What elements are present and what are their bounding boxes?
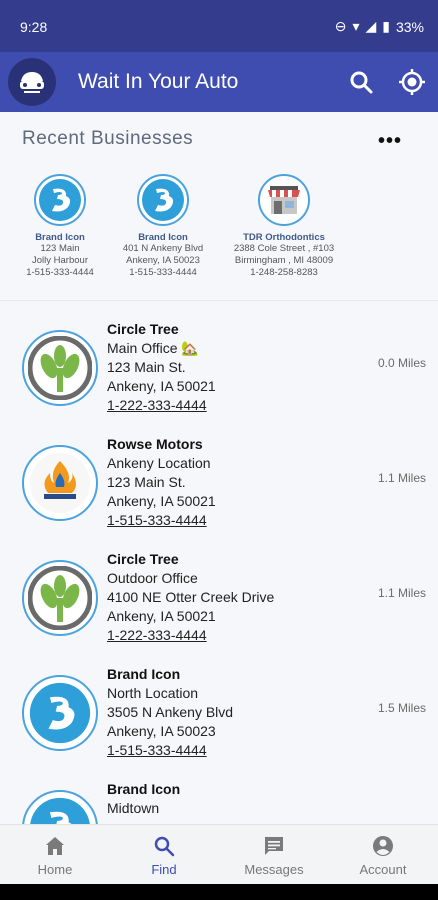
my-location-icon[interactable] (397, 67, 427, 97)
business-address: 123 Main St. (107, 474, 186, 490)
business-city: Ankeny, IA 50021 (107, 608, 216, 624)
recent-business-name: Brand Icon (35, 232, 85, 243)
status-bar: 9:28 ⊖ ▾ ◢ ▮ 33% (0, 0, 438, 52)
recent-business-city: Birmingham , MI 48009 (234, 255, 334, 266)
business-location: Outdoor Office (107, 570, 198, 586)
business-name: Rowse Motors (107, 436, 203, 452)
nav-home[interactable]: Home (5, 825, 105, 885)
brand-icon-logo (22, 675, 98, 751)
wifi-icon: ▾ (352, 18, 360, 34)
business-location: Ankeny Location (107, 455, 211, 471)
nav-messages[interactable]: Messages (224, 825, 324, 885)
nav-find-label: Find (151, 862, 177, 877)
storefront-icon (258, 174, 310, 226)
business-distance: 0.0 Miles (377, 356, 426, 370)
brand-icon-logo (137, 174, 189, 226)
recent-business-phone: 1-515-333-4444 (26, 267, 94, 278)
recent-business-city: Jolly Harbour (32, 255, 88, 266)
recent-business-address: 2388 Cole Street , #103 (233, 243, 335, 254)
app-title: Wait In Your Auto (78, 70, 239, 93)
account-icon (373, 836, 393, 856)
recent-business-phone: 1-515-333-4444 (129, 267, 197, 278)
section-divider (0, 300, 438, 301)
flame-logo (22, 445, 98, 521)
recent-business-phone: 1-248-258-8283 (250, 267, 318, 278)
recent-businesses-title: Recent Businesses (22, 128, 194, 149)
business-details: Brand Icon North Location 3505 N Ankeny … (107, 665, 233, 760)
business-name: Brand Icon (107, 666, 181, 682)
more-options-icon[interactable]: ••• (378, 130, 402, 153)
business-name: Circle Tree (107, 551, 179, 567)
brand-icon-logo (22, 790, 98, 824)
app-bar: Wait In Your Auto (0, 52, 438, 112)
home-icon (46, 837, 64, 855)
business-details: Brand Icon Midtown (107, 780, 180, 818)
dnd-icon: ⊖ (334, 18, 347, 34)
nav-home-label: Home (37, 862, 73, 877)
business-name: Brand Icon (107, 781, 181, 797)
business-phone-link[interactable]: 1-222-333-4444 (107, 626, 274, 645)
recent-business-city: Ankeny, IA 50023 (126, 255, 200, 266)
business-address: 123 Main St. (107, 359, 186, 375)
recent-business-name: Brand Icon (138, 232, 188, 243)
status-time: 9:28 (20, 19, 48, 35)
business-list-item[interactable]: Brand Icon Midtown (0, 780, 438, 824)
business-list-item[interactable]: Circle Tree Main Office 🏡 123 Main St. A… (0, 320, 438, 435)
status-icons: ⊖ ▾ ◢ ▮ 33% (335, 18, 424, 35)
app-logo (8, 58, 56, 106)
bottom-navigation: Home Find Messages Account (0, 824, 438, 884)
business-details: Circle Tree Outdoor Office 4100 NE Otter… (107, 550, 274, 645)
message-icon (265, 837, 283, 855)
battery-level: 33% (395, 18, 424, 35)
recent-business-address: 401 N Ankeny Blvd (122, 243, 204, 254)
business-location: North Location (107, 685, 199, 701)
business-details: Rowse Motors Ankeny Location 123 Main St… (107, 435, 216, 530)
business-location: Main Office 🏡 (107, 340, 199, 356)
business-list-item[interactable]: Circle Tree Outdoor Office 4100 NE Otter… (0, 550, 438, 665)
content-area[interactable]: Recent Businesses ••• Brand Icon 123 Mai… (0, 112, 438, 824)
recent-business-card[interactable]: Brand Icon 123 Main Jolly Harbour 1-515-… (10, 174, 110, 279)
business-location: Midtown (107, 800, 160, 816)
nav-find[interactable]: Find (114, 825, 214, 885)
business-phone-link[interactable]: 1-515-333-4444 (107, 511, 216, 530)
business-address: 3505 N Ankeny Blvd (107, 704, 234, 720)
signal-icon: ◢ (365, 18, 377, 34)
search-icon[interactable] (347, 68, 375, 96)
business-distance: 1.1 Miles (377, 471, 426, 485)
nav-messages-label: Messages (244, 862, 304, 877)
battery-icon: ▮ (382, 18, 390, 34)
business-distance: 1.5 Miles (377, 701, 426, 715)
brand-icon-logo (34, 174, 86, 226)
recent-business-card[interactable]: TDR Orthodontics 2388 Cole Street , #103… (222, 174, 346, 279)
recent-business-card[interactable]: Brand Icon 401 N Ankeny Blvd Ankeny, IA … (113, 174, 213, 279)
search-icon (154, 836, 175, 857)
business-city: Ankeny, IA 50023 (107, 723, 216, 739)
business-city: Ankeny, IA 50021 (107, 493, 216, 509)
business-phone-link[interactable]: 1-515-333-4444 (107, 741, 233, 760)
nav-account[interactable]: Account (333, 825, 433, 885)
recent-business-address: 123 Main (40, 243, 80, 254)
nav-account-label: Account (359, 862, 407, 877)
business-list-item[interactable]: Rowse Motors Ankeny Location 123 Main St… (0, 435, 438, 550)
business-city: Ankeny, IA 50021 (107, 378, 216, 394)
tree-logo (22, 330, 98, 406)
tree-logo (22, 560, 98, 636)
business-details: Circle Tree Main Office 🏡 123 Main St. A… (107, 320, 216, 415)
business-name: Circle Tree (107, 321, 179, 337)
gesture-bar (0, 884, 438, 900)
car-logo-icon (15, 65, 49, 99)
business-distance: 1.1 Miles (377, 586, 426, 600)
business-list-item[interactable]: Brand Icon North Location 3505 N Ankeny … (0, 665, 438, 780)
business-phone-link[interactable]: 1-222-333-4444 (107, 396, 216, 415)
business-address: 4100 NE Otter Creek Drive (107, 589, 275, 605)
recent-business-name: TDR Orthodontics (243, 232, 325, 243)
